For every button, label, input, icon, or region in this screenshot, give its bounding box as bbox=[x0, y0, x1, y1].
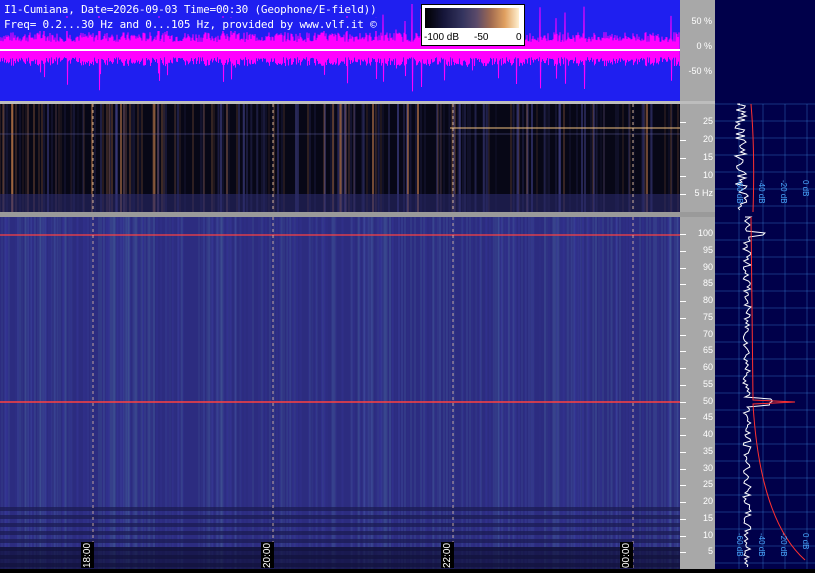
spectrum-side-plot: -60 dB -40 dB -20 dB 0 dB -60 dB -40 dB … bbox=[715, 0, 815, 569]
high-scale-tick bbox=[680, 502, 686, 503]
wave-scale-label: 50 % bbox=[691, 16, 712, 26]
high-scale-tick bbox=[680, 535, 686, 537]
color-scale-bar bbox=[425, 8, 519, 28]
high-scale-tick-label: 80 bbox=[702, 295, 713, 305]
high-scale-tick bbox=[680, 518, 686, 520]
side-top-label: -40 dB bbox=[757, 180, 766, 204]
high-scale-tick-label: 90 bbox=[702, 261, 713, 272]
high-spectrogram-canvas bbox=[0, 217, 680, 569]
header-frequency: Freq= 0.2...30 Hz and 0...105 Hz, provid… bbox=[4, 18, 377, 31]
high-scale-tick bbox=[680, 250, 686, 252]
high-scale-tick bbox=[680, 485, 686, 487]
high-scale-tick bbox=[680, 351, 686, 353]
high-scale-tick bbox=[680, 451, 686, 453]
high-scale-tick-label: 25 bbox=[702, 479, 713, 490]
color-scale-max-label: 0 bbox=[516, 32, 522, 43]
side-top-label: 0 dB bbox=[801, 180, 810, 197]
high-scale-tick-label: 55 bbox=[702, 378, 713, 389]
high-scale-tick-label: 40 bbox=[702, 429, 713, 439]
time-label-22: 22:00 bbox=[441, 542, 454, 568]
low-scale-tick bbox=[680, 122, 686, 123]
header-title: I1-Cumiana, Date=2026-09-03 Time=00:30 (… bbox=[4, 3, 377, 16]
high-scale-tick-label: 5 bbox=[707, 546, 713, 557]
low-scale-tick bbox=[680, 176, 686, 177]
color-scale-legend: -100 dB -50 0 bbox=[421, 4, 525, 46]
high-scale-tick bbox=[680, 301, 686, 302]
side-top-labels: -60 dB -40 dB -20 dB 0 dB bbox=[735, 180, 815, 216]
high-scale-tick-label: 35 bbox=[702, 445, 713, 456]
side-bottom-labels: -60 dB -40 dB -20 dB 0 dB bbox=[735, 533, 815, 569]
high-scale-tick-label: 85 bbox=[702, 278, 713, 289]
time-label-20: 20:00 bbox=[261, 542, 274, 568]
high-scale-tick bbox=[680, 317, 686, 319]
waveform-panel: I1-Cumiana, Date=2026-09-03 Time=00:30 (… bbox=[0, 0, 680, 101]
side-bottom-label: -20 dB bbox=[779, 533, 788, 557]
spectrum-side-svg bbox=[715, 103, 815, 569]
low-frequency-scale: 25 20 15 10 5 Hz bbox=[680, 104, 715, 212]
high-scale-tick-label: 45 bbox=[702, 412, 713, 423]
low-scale-tick-label: 10 bbox=[702, 170, 713, 180]
low-scale-tick-label: 25 bbox=[702, 116, 713, 126]
high-scale-tick-label: 50 bbox=[702, 395, 713, 406]
time-label-00: 00:00 bbox=[620, 542, 633, 568]
high-scale-tick-label: 75 bbox=[702, 311, 713, 322]
high-scale-tick-label: 10 bbox=[702, 529, 713, 540]
side-bottom-label: 0 dB bbox=[801, 533, 810, 550]
low-scale-tick bbox=[680, 194, 686, 195]
high-scale-tick bbox=[680, 552, 686, 554]
high-scale-tick-label: 70 bbox=[702, 328, 713, 339]
low-scale-tick bbox=[680, 140, 686, 141]
waveform-scale: 50 % 0 % -50 % bbox=[680, 0, 715, 101]
high-scale-tick bbox=[680, 418, 686, 420]
color-scale-min-label: -100 dB bbox=[424, 32, 460, 43]
high-scale-tick-label: 30 bbox=[702, 462, 713, 473]
low-scale-tick bbox=[680, 158, 686, 159]
high-scale-tick bbox=[680, 435, 686, 436]
low-scale-tick-label: 20 bbox=[702, 134, 713, 144]
low-scale-tick-label: 5 Hz bbox=[694, 188, 713, 198]
side-bottom-label: -40 dB bbox=[757, 533, 766, 557]
high-scale-tick-label: 65 bbox=[702, 345, 713, 356]
high-frequency-scale: 100 95 90 85 80 75 70 65 60 55 50 45 40 35 30 25 20 15 10 5 bbox=[680, 217, 715, 569]
high-scale-tick bbox=[680, 334, 686, 336]
high-scale-tick-label: 15 bbox=[702, 512, 713, 523]
color-scale-mid-label: -50 bbox=[474, 32, 489, 43]
side-top-label: -20 dB bbox=[779, 180, 788, 204]
high-scale-tick-label: 100 bbox=[697, 228, 713, 238]
high-scale-tick bbox=[680, 384, 686, 386]
side-bottom-label: -60 dB bbox=[735, 533, 744, 557]
high-frequency-spectrogram bbox=[0, 217, 680, 569]
wave-scale-label: -50 % bbox=[688, 66, 712, 76]
time-label-18: 18:00 bbox=[81, 542, 94, 568]
side-top-label: -60 dB bbox=[735, 180, 744, 204]
wave-scale-label: 0 % bbox=[696, 41, 712, 51]
high-scale-tick bbox=[680, 468, 686, 470]
low-frequency-spectrogram bbox=[0, 104, 680, 212]
high-scale-tick bbox=[680, 368, 686, 369]
high-scale-tick-label: 20 bbox=[702, 496, 713, 506]
high-scale-tick bbox=[680, 267, 686, 269]
high-scale-tick bbox=[680, 401, 686, 403]
low-scale-tick-label: 15 bbox=[702, 152, 713, 162]
high-scale-tick bbox=[680, 284, 686, 286]
high-scale-tick-label: 60 bbox=[702, 362, 713, 372]
high-scale-tick-label: 95 bbox=[702, 244, 713, 255]
low-spectrogram-canvas bbox=[0, 104, 680, 212]
high-scale-tick bbox=[680, 234, 686, 235]
